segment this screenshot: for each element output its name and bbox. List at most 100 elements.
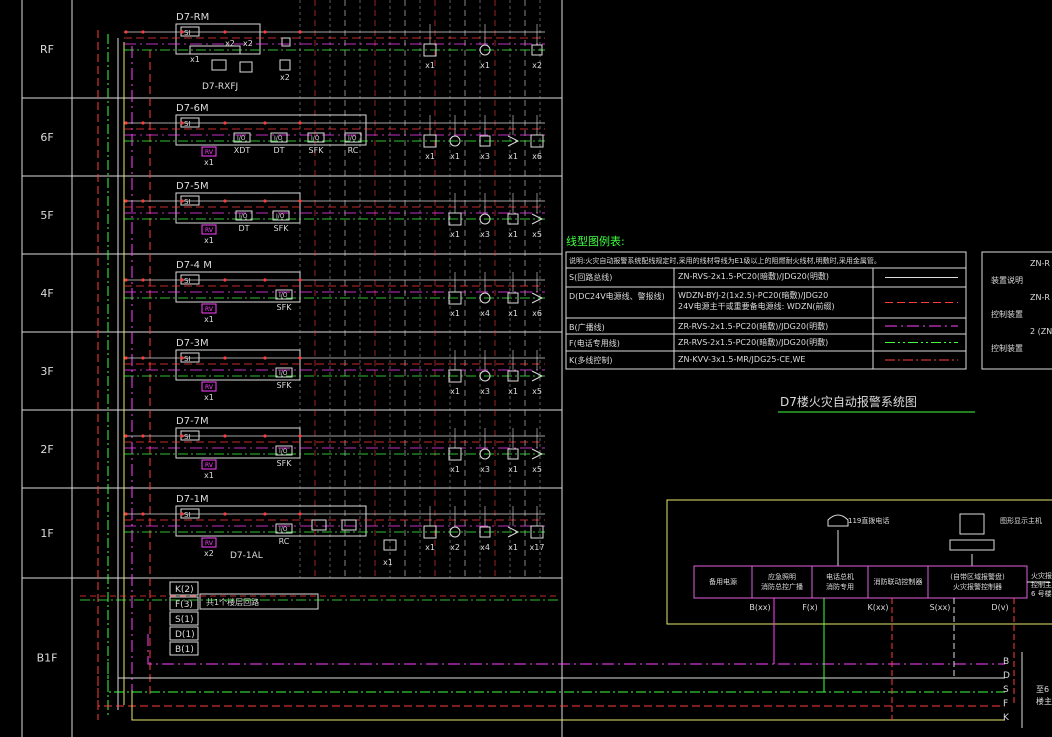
label-line: RV (205, 540, 214, 547)
junction-dot (180, 30, 184, 34)
tag-label: x1 (204, 471, 214, 480)
module-label: RV (205, 306, 214, 313)
junction-dot (124, 434, 128, 438)
label-line: B(1) (175, 645, 194, 655)
tag-label: x2 (225, 39, 235, 48)
junction-dot (263, 121, 267, 125)
label-line: S(xx) (930, 603, 951, 612)
bus-letter: D (1003, 671, 1010, 681)
tag-label: x2 (280, 73, 290, 82)
legend-spec-line: ZN-RVS-2x1.5-PC20(暗敷)/JDG20(明敷) (678, 271, 829, 281)
right-box-label: 控制装置 (991, 343, 1023, 353)
label-line: RV (205, 384, 214, 391)
junction-dot (180, 512, 184, 516)
count-label: x1 (450, 387, 460, 396)
label-line: x1 (425, 543, 435, 552)
bus-letter: F (1003, 699, 1008, 709)
panel-box (175, 505, 367, 537)
legend-name: B(广播线) (569, 322, 605, 332)
legend-title: 线型图例表: (566, 234, 625, 248)
label-line: SI (184, 511, 191, 519)
label-line: I/O (239, 213, 248, 220)
label-line: K(xx) (868, 603, 889, 612)
rack-module-line: 备用电源 (709, 577, 737, 586)
telephone-icon (827, 514, 849, 527)
junction-dot (141, 434, 145, 438)
legend-spec-line: ZR-RVS-2x1.5-PC20(暗敷)/JDG20(明敷) (678, 337, 828, 347)
label-line: D7-1AL (230, 551, 263, 561)
label-line: D7-1M (176, 494, 209, 505)
rack-module-line: 消防专用 (826, 582, 854, 591)
floor-label: B1F (37, 652, 58, 665)
legend-spec: WDZN-BYJ-2(1x2.5)-PC20(暗敷)/JDG20 24V电源主干或… (678, 290, 835, 311)
label-line: x2 (532, 61, 542, 70)
label-line: 1F (40, 527, 53, 540)
side-text: 控制主 (1031, 580, 1052, 589)
count-label: x6 (532, 152, 542, 161)
rack-module-label: 备用电源 (709, 577, 737, 586)
label-line: 至6 (1036, 685, 1049, 694)
device-label: DT (273, 146, 284, 155)
rack-module-label: 电话总机消防专用 (826, 572, 854, 591)
label-line: x1 (204, 393, 214, 402)
rf-module (211, 59, 227, 71)
count-label: x5 (532, 387, 542, 396)
junction-dot (298, 434, 302, 438)
label-line: B (1003, 657, 1009, 667)
junction-dot (298, 199, 302, 203)
output-label: B(xx) (749, 603, 770, 612)
junction-dot (223, 199, 227, 203)
label-line: x1 (508, 543, 518, 552)
label-line: 说明:火灾自动报警系统配线规定时,采用的线材导线为E1级以上的阻燃耐火线材,明敷… (569, 256, 881, 265)
legend-spec: ZR-RVS-2x1.5-PC20(暗敷)/JDG20(明敷) (678, 337, 828, 347)
floor-label: 2F (40, 443, 53, 456)
junction-dot (223, 30, 227, 34)
label-line: x5 (532, 387, 542, 396)
label-line: 控制主 (1031, 580, 1052, 589)
label-line: 3F (40, 365, 53, 378)
count-label: x1 (508, 387, 518, 396)
junction-dot (180, 356, 184, 360)
junction-dot (263, 356, 267, 360)
module-label: RV (205, 227, 214, 234)
count-label: x1 (450, 465, 460, 474)
label-line: XDT (234, 146, 251, 155)
legend-name: F(电话专用线) (569, 338, 620, 348)
junction-dot (141, 30, 145, 34)
module-label: RV (205, 149, 214, 156)
device-label: XDT (234, 146, 251, 155)
io-label: I/O (311, 135, 320, 142)
label-line: x1 (383, 558, 393, 567)
rf-module (279, 59, 291, 71)
label-line: 5F (40, 209, 53, 222)
legend-note: 说明:火灾自动报警系统配线规定时,采用的线材导线为E1级以上的阻燃耐火线材,明敷… (569, 256, 881, 265)
count-label: x1 (450, 230, 460, 239)
label-line: SFK (277, 459, 293, 468)
label-line: SI (184, 277, 191, 285)
label-line: D7-5M (176, 181, 209, 192)
label-line: RF (40, 43, 54, 56)
side-text: 火灾报 (1031, 571, 1052, 580)
label-line: x4 (480, 309, 490, 318)
bus-letter: S (1003, 685, 1009, 695)
label-line: S(1) (175, 615, 193, 625)
device-label: RC (279, 537, 290, 546)
count-label: x1 (450, 152, 460, 161)
legend-spec-line: ZN-KVV-3x1.5-MR/JDG25-CE,WE (678, 355, 805, 364)
junction-dot (141, 356, 145, 360)
label-line: x5 (532, 230, 542, 239)
panel-title: D7-1M (176, 494, 209, 505)
junction-dot (180, 278, 184, 282)
io-module (311, 519, 327, 531)
junction-dot (124, 121, 128, 125)
floor-label: RF (40, 43, 54, 56)
label-line: D(DC24V电源线、警报线) (569, 291, 665, 301)
label-line: x1 (204, 471, 214, 480)
junction-dot (263, 278, 267, 282)
io-label: I/O (239, 213, 248, 220)
bus-tag: D(1) (175, 630, 195, 640)
label-line: 4F (40, 287, 53, 300)
device-label: SFK (277, 303, 293, 312)
label-line: S (1003, 685, 1009, 695)
module-label: RV (205, 462, 214, 469)
